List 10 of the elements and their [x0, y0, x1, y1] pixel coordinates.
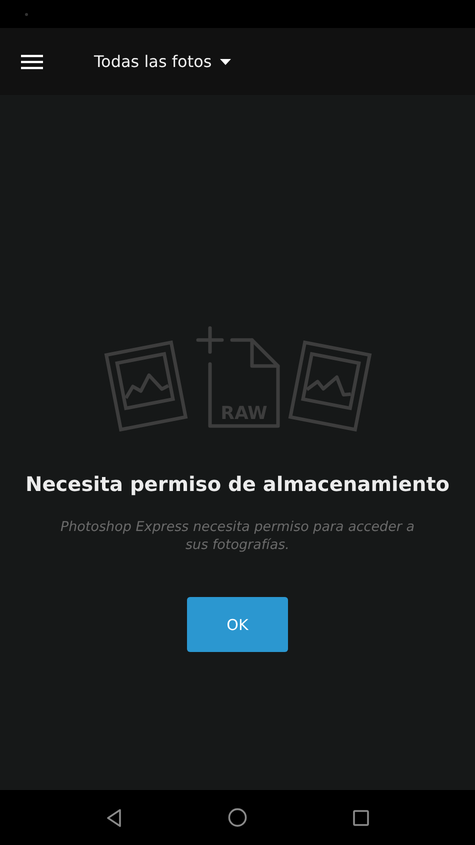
home-icon[interactable]	[228, 808, 247, 827]
message-title: Necesita permiso de almacenamiento	[25, 472, 450, 496]
photo-icon	[286, 340, 372, 432]
message-body: Photoshop Express necesita permiso para acceder a sus fotografías.	[59, 518, 416, 554]
caret-icon	[220, 58, 231, 64]
recents-icon[interactable]	[353, 810, 369, 826]
status-dot	[25, 12, 28, 16]
back-icon[interactable]	[106, 808, 122, 826]
photo-icon	[102, 340, 188, 432]
album-dropdown[interactable]: Todas las fotos	[94, 52, 231, 71]
